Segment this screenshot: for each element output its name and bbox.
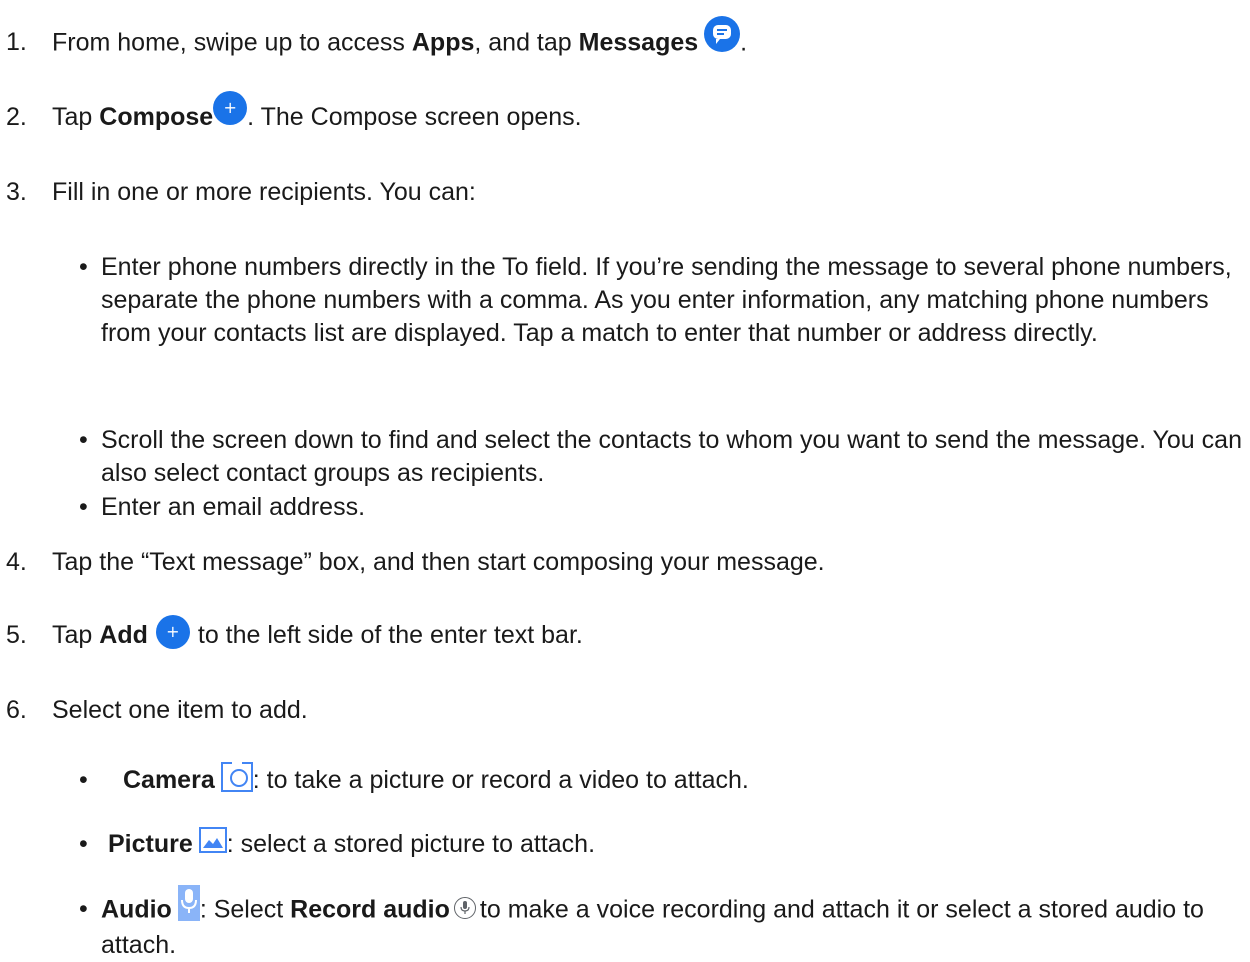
step-number: 5. — [6, 621, 27, 649]
bullet-text: Audio: Select Record audio to make a voic… — [101, 885, 1246, 962]
step-text: Tap Compose +. The Compose screen opens. — [52, 91, 582, 135]
step-text: Fill in one or more recipients. You can: — [52, 178, 476, 206]
picture-icon — [198, 827, 227, 854]
messages-app-icon — [704, 16, 741, 52]
step-text: From home, swipe up to access Apps, and … — [52, 16, 747, 62]
add-plus-icon: + — [155, 615, 190, 650]
bullet-icon: • — [79, 426, 88, 454]
camera-label: Camera — [123, 766, 215, 794]
step-number: 2. — [6, 103, 27, 131]
bullet-icon: • — [79, 493, 88, 521]
audio-label: Audio — [101, 895, 172, 924]
bullet-text: Enter phone numbers directly in the To f… — [101, 253, 1232, 347]
apps-label: Apps — [411, 28, 475, 57]
compose-plus-icon: + — [213, 91, 248, 126]
bullet-text: Scroll the screen down to find and selec… — [101, 426, 1242, 487]
step-number: 6. — [6, 696, 27, 724]
record-audio-icon — [453, 897, 476, 919]
step-text: Tap the “Text message” box, and then sta… — [52, 548, 825, 576]
step-text: Tap Add + to the left side of the enter te… — [52, 615, 583, 653]
bullet-icon: • — [79, 253, 88, 281]
microphone-icon — [177, 885, 200, 921]
camera-icon — [220, 762, 253, 793]
bullet-icon: • — [79, 830, 88, 858]
instructions-page: 1. From home, swipe up to access Apps, a… — [0, 0, 1250, 961]
step-number: 1. — [6, 28, 27, 56]
record-audio-label: Record audio — [290, 895, 450, 924]
bullet-icon: • — [79, 895, 88, 923]
bullet-text: Picture: select a stored picture to atta… — [108, 827, 1250, 861]
add-label: Add — [99, 621, 148, 649]
step-number: 4. — [6, 548, 27, 576]
messages-label: Messages — [578, 28, 699, 57]
bullet-icon: • — [79, 766, 88, 794]
step-text: Select one item to add. — [52, 696, 308, 724]
step-number: 3. — [6, 178, 27, 206]
picture-label: Picture — [108, 830, 193, 858]
bullet-text: Camera: to take a picture or record a vi… — [123, 762, 1250, 797]
bullet-text: Enter an email address. — [101, 493, 366, 521]
compose-label: Compose — [99, 103, 214, 131]
